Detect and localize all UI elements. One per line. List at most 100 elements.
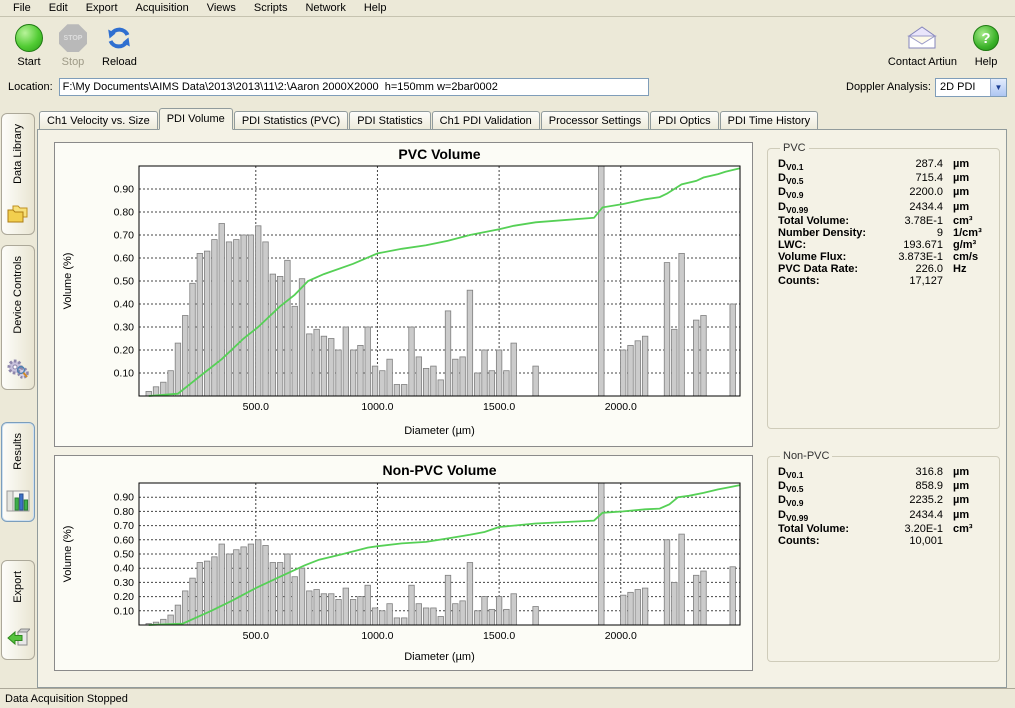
tab-strip: Ch1 Velocity vs. SizePDI VolumePDI Stati…: [37, 106, 1007, 129]
menu-item-views[interactable]: Views: [198, 0, 245, 16]
stat-value: 2200.0: [879, 186, 943, 198]
stat-unit: µm: [943, 158, 989, 170]
menu-item-edit[interactable]: Edit: [40, 0, 77, 16]
pvc-stat-row: DV0.92200.0µm: [776, 186, 991, 200]
menu-item-help[interactable]: Help: [355, 0, 396, 16]
stop-button[interactable]: STOP Stop: [54, 21, 92, 70]
reload-button[interactable]: Reload: [98, 21, 141, 70]
menu-item-scripts[interactable]: Scripts: [245, 0, 297, 16]
stat-label: Total Volume:: [778, 523, 879, 535]
tab-pdi-optics[interactable]: PDI Optics: [650, 111, 719, 130]
svg-text:Non-PVC Volume: Non-PVC Volume: [382, 462, 496, 478]
non-pvc-stat-row: DV0.1316.8µm: [776, 466, 991, 480]
sidebar-item-data-library[interactable]: Data Library: [1, 113, 35, 235]
stat-label: Number Density:: [778, 227, 879, 239]
svg-text:500.0: 500.0: [243, 401, 269, 413]
svg-text:1500.0: 1500.0: [483, 401, 515, 413]
non-pvc-stat-row: DV0.992434.4µm: [776, 509, 991, 523]
svg-text:0.80: 0.80: [114, 207, 135, 219]
tab-pdi-time-history[interactable]: PDI Time History: [720, 111, 819, 130]
stat-unit: cm³: [943, 523, 989, 535]
sidebar-item-label: Results: [12, 433, 24, 470]
svg-text:0.20: 0.20: [114, 591, 135, 603]
menu-item-file[interactable]: File: [4, 0, 40, 16]
menu-item-acquisition[interactable]: Acquisition: [127, 0, 198, 16]
tab-pdi-volume[interactable]: PDI Volume: [159, 108, 233, 130]
stat-label: DV0.1: [778, 466, 879, 480]
non-pvc-stat-row: DV0.5858.9µm: [776, 480, 991, 494]
stat-value: 17,127: [879, 275, 943, 287]
stat-label: DV0.99: [778, 509, 879, 523]
svg-text:PVC Volume: PVC Volume: [398, 146, 480, 162]
sidebar-item-device-controls[interactable]: Device Controls: [1, 245, 35, 390]
sidebar-item-label: Device Controls: [12, 256, 24, 334]
start-button[interactable]: Start: [10, 21, 48, 70]
help-button-label: Help: [975, 56, 998, 68]
app-window: FileEditExportAcquisitionViewsScriptsNet…: [0, 0, 1015, 708]
non-pvc-stat-row: DV0.92235.2µm: [776, 494, 991, 508]
stat-unit: µm: [943, 466, 989, 478]
stat-label: DV0.5: [778, 480, 879, 494]
stat-unit: µm: [943, 480, 989, 492]
status-bar: Data Acquisition Stopped: [0, 688, 1015, 708]
svg-text:0.90: 0.90: [114, 492, 135, 504]
svg-text:0.80: 0.80: [114, 506, 135, 518]
svg-text:Volume (%): Volume (%): [62, 253, 74, 310]
export-arrow-icon: [6, 628, 30, 653]
stop-icon: STOP: [59, 24, 87, 52]
sidebar-item-results[interactable]: Results: [1, 422, 35, 522]
stat-unit: cm/s: [943, 251, 989, 263]
tab-processor-settings[interactable]: Processor Settings: [541, 111, 649, 130]
tab-pdi-statistics-pvc-[interactable]: PDI Statistics (PVC): [234, 111, 348, 130]
stat-label: Volume Flux:: [778, 251, 879, 263]
tab-pdi-statistics[interactable]: PDI Statistics: [349, 111, 430, 130]
stat-value: 715.4: [879, 172, 943, 184]
pvc-stat-row: DV0.5715.4µm: [776, 172, 991, 186]
svg-text:0.10: 0.10: [114, 368, 135, 380]
stat-unit: 1/cm³: [943, 227, 989, 239]
stat-unit: µm: [943, 509, 989, 521]
doppler-analysis-select[interactable]: 2D PDI ▼: [935, 78, 1007, 97]
location-input[interactable]: [59, 78, 649, 96]
stat-label: DV0.99: [778, 201, 879, 215]
menu-item-network[interactable]: Network: [296, 0, 354, 16]
stat-label: LWC:: [778, 239, 879, 251]
sidebar-item-label: Export: [12, 571, 24, 603]
gears-icon: [6, 358, 30, 383]
toolbar: Start STOP Stop Reload: [0, 17, 1015, 77]
tab-ch1-pdi-validation[interactable]: Ch1 PDI Validation: [432, 111, 540, 130]
stat-label: DV0.9: [778, 186, 879, 200]
stat-label: Total Volume:: [778, 215, 879, 227]
non-pvc-stats-title: Non-PVC: [780, 450, 832, 462]
stat-value: 2434.4: [879, 201, 943, 213]
svg-text:1000.0: 1000.0: [361, 401, 393, 413]
doppler-analysis-value: 2D PDI: [940, 81, 975, 93]
svg-text:0.30: 0.30: [114, 322, 135, 334]
stat-label: Counts:: [778, 275, 879, 287]
stat-label: DV0.5: [778, 172, 879, 186]
svg-text:2000.0: 2000.0: [605, 401, 637, 413]
reload-icon: [105, 23, 133, 53]
stat-value: 2235.2: [879, 494, 943, 506]
svg-text:0.70: 0.70: [114, 520, 135, 532]
help-button[interactable]: ? Help: [967, 21, 1005, 70]
doppler-analysis-label: Doppler Analysis:: [846, 81, 931, 93]
svg-text:0.60: 0.60: [114, 534, 135, 546]
svg-text:1500.0: 1500.0: [483, 630, 515, 642]
tab-ch1-velocity-vs-size[interactable]: Ch1 Velocity vs. Size: [39, 111, 158, 130]
menu-item-export[interactable]: Export: [77, 0, 127, 16]
stat-value: 9: [879, 227, 943, 239]
svg-text:2000.0: 2000.0: [605, 630, 637, 642]
sidebar-item-export[interactable]: Export: [1, 560, 35, 660]
stat-value: 2434.4: [879, 509, 943, 521]
chart-svg: Non-PVC Volume0.100.200.300.400.500.600.…: [55, 456, 752, 667]
stat-value: 3.873E-1: [879, 251, 943, 263]
contact-artium-button[interactable]: Contact Artiun: [884, 21, 961, 70]
chart-svg: PVC Volume0.100.200.300.400.500.600.700.…: [55, 143, 752, 443]
svg-text:0.50: 0.50: [114, 549, 135, 561]
stat-value: 287.4: [879, 158, 943, 170]
stat-value: 226.0: [879, 263, 943, 275]
pdi-volume-tab-page: PVC Volume0.100.200.300.400.500.600.700.…: [37, 129, 1007, 688]
stat-value: 3.20E-1: [879, 523, 943, 535]
sidebar-item-label: Data Library: [12, 124, 24, 184]
